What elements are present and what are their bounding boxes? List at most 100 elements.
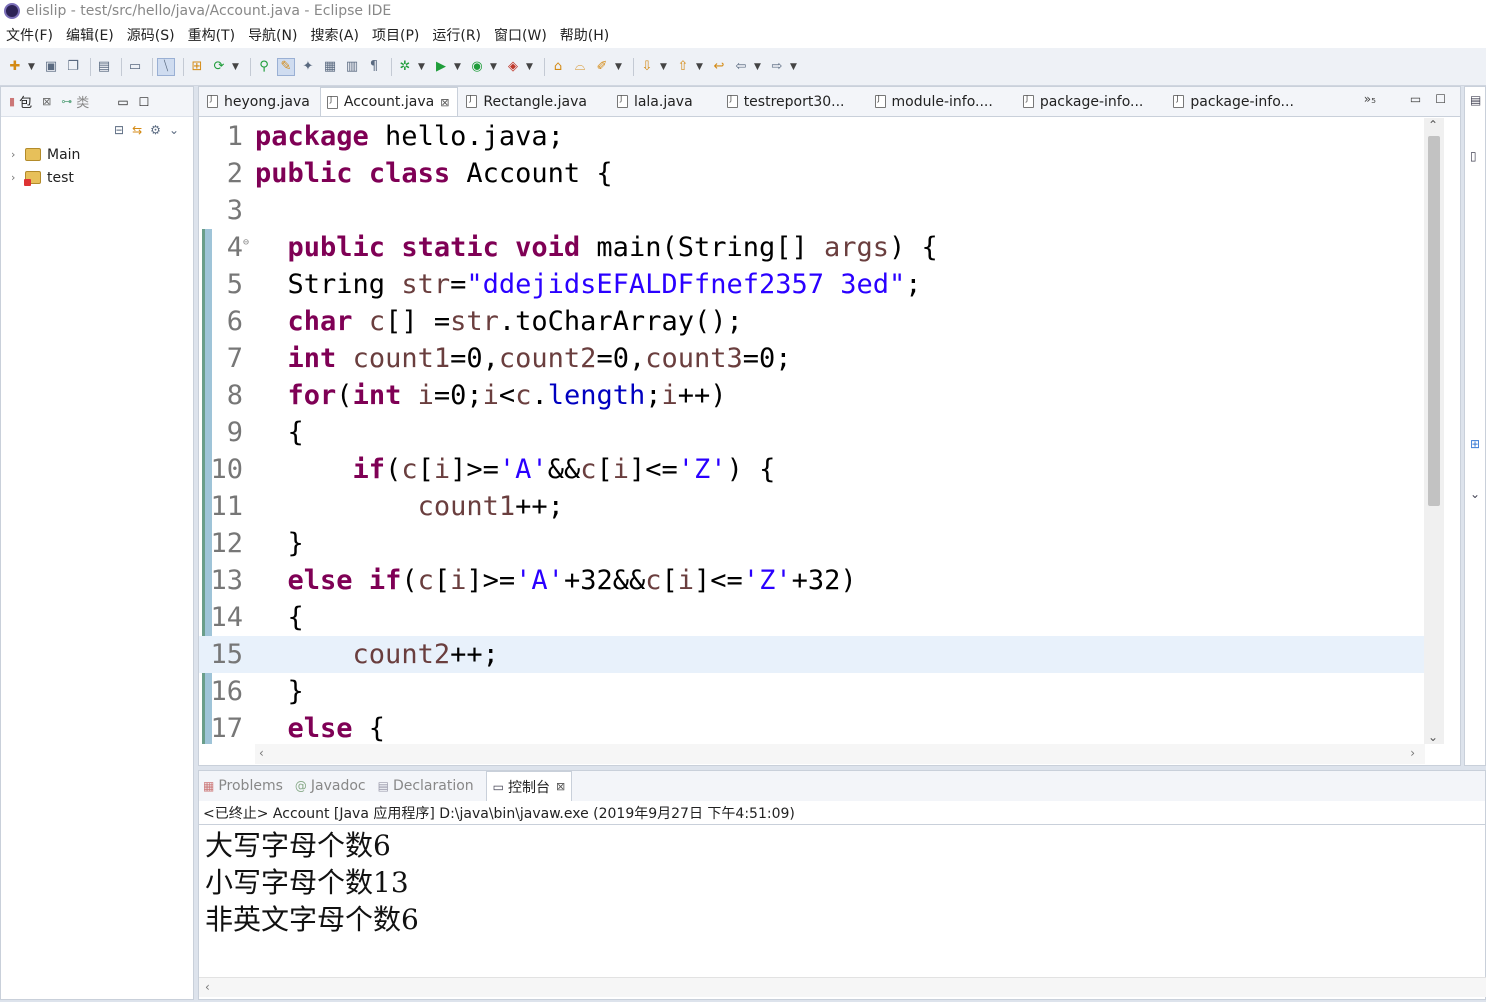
code-line[interactable]: 12 } [199, 525, 1425, 562]
filter-icon[interactable]: ⚙ [150, 123, 161, 137]
close-icon[interactable]: ⊠ [556, 780, 565, 793]
tab-declaration[interactable]: ▤ Declaration [378, 771, 474, 801]
editor-tab[interactable]: heyong.java [201, 87, 318, 116]
next-annotation-icon[interactable]: ⇩ [638, 58, 656, 76]
editor-tab[interactable]: testreport30... [721, 87, 853, 116]
coverage-icon[interactable]: ⟳ [210, 58, 228, 76]
chevron-up-icon[interactable]: ⌃ [1428, 118, 1438, 132]
restore-icon[interactable]: ⊞ [1470, 437, 1480, 451]
pin-icon[interactable]: ⚲ [255, 58, 273, 76]
tab-console[interactable]: ▭ 控制台 ⊠ [485, 771, 573, 801]
code-line[interactable]: 10 if(c[i]>= 'A' && c[i]<= 'Z') { [199, 451, 1425, 488]
code-line[interactable]: 2 public class Account { [199, 155, 1425, 192]
code-line[interactable]: 4 public static void main(String[] args)… [199, 229, 1425, 266]
terminal-icon[interactable]: ▭ [126, 58, 144, 76]
back-dropdown-icon[interactable]: ▼ [754, 62, 762, 72]
open-type-icon[interactable]: ⌂ [549, 58, 567, 76]
collapse-all-icon[interactable]: ⊟ [114, 123, 124, 137]
open-task-icon[interactable]: ✐ [593, 58, 611, 76]
tab-overflow-icon[interactable]: »₅ [1364, 92, 1376, 106]
next-annotation-dropdown-icon[interactable]: ▼ [660, 62, 668, 72]
view-menu-icon[interactable]: ⌄ [169, 123, 179, 137]
save-icon[interactable]: ▣ [42, 58, 60, 76]
menu-help[interactable]: 帮助(H) [560, 25, 609, 45]
block-icon[interactable]: ▦ [321, 58, 339, 76]
menu-source[interactable]: 源码(S) [127, 25, 175, 45]
code-text-area[interactable]: 1 package hello.java; 2 public class Accou… [199, 118, 1425, 744]
close-icon[interactable]: ⊠ [440, 96, 449, 109]
chevron-left-icon[interactable]: ‹ [205, 980, 210, 994]
binary-icon[interactable]: ▤ [95, 58, 113, 76]
link-editor-icon[interactable]: ⇆ [132, 123, 142, 137]
editor-tab[interactable]: lala.java [611, 87, 701, 116]
chevron-right-icon[interactable]: › [11, 148, 25, 161]
minimize-icon[interactable]: ▭ [117, 95, 128, 109]
editor-tab[interactable]: package-info... [1167, 87, 1302, 116]
tab-javadoc[interactable]: @ Javadoc [295, 771, 366, 801]
editor-tab-active[interactable]: Account.java⊠ [319, 87, 459, 116]
debug-icon[interactable]: ✲ [396, 58, 414, 76]
editor-tab[interactable]: package-info... [1017, 87, 1152, 116]
code-line[interactable]: 9 { [199, 414, 1425, 451]
scrollbar-thumb[interactable] [1428, 136, 1440, 506]
editor-horizontal-scrollbar[interactable]: ‹ › [255, 744, 1425, 764]
chevron-left-icon[interactable]: ‹ [259, 746, 264, 760]
code-line[interactable]: 13 else if(c[i]>= 'A' +32&& c[i]<= 'Z' +32) [199, 562, 1425, 599]
code-line[interactable]: 3 [199, 192, 1425, 229]
package-icon[interactable]: ⊞ [188, 58, 206, 76]
task-dropdown-icon[interactable]: ▼ [615, 62, 623, 72]
toggle-icon[interactable]: ▥ [343, 58, 361, 76]
editor-vertical-scrollbar[interactable]: ⌃ ⌄ [1424, 118, 1444, 744]
menu-edit[interactable]: 编辑(E) [66, 25, 114, 45]
external-tools-dropdown-icon[interactable]: ▼ [526, 62, 534, 72]
menu-project[interactable]: 项目(P) [372, 25, 419, 45]
coverage-dropdown-icon[interactable]: ▼ [232, 62, 240, 72]
tree-item-main[interactable]: › Main [1, 143, 193, 166]
run-icon[interactable]: ▶ [432, 58, 450, 76]
menu-navigate[interactable]: 导航(N) [248, 25, 297, 45]
back-icon[interactable]: ⇦ [732, 58, 750, 76]
chevron-right-icon[interactable]: › [1410, 746, 1415, 760]
new-dropdown-icon[interactable]: ▼ [28, 62, 36, 72]
menu-refactor[interactable]: 重构(T) [188, 25, 235, 45]
code-line[interactable]: 1 package hello.java; [199, 118, 1425, 155]
save-all-icon[interactable]: ❐ [64, 58, 82, 76]
editor-tab[interactable]: module-info.... [869, 87, 1001, 116]
menu-window[interactable]: 窗口(W) [494, 25, 547, 45]
forward-dropdown-icon[interactable]: ▼ [790, 62, 798, 72]
code-line[interactable]: 6 char c[] = str .toCharArray(); [199, 303, 1425, 340]
tab-problems[interactable]: ▦ Problems [203, 771, 283, 801]
maximize-icon[interactable]: ☐ [139, 95, 150, 109]
chevron-down-icon[interactable]: ⌄ [1428, 730, 1438, 744]
chevron-down-icon[interactable]: ⌄ [1470, 487, 1480, 501]
external-tools-icon[interactable]: ◈ [504, 58, 522, 76]
run-coverage-dropdown-icon[interactable]: ▼ [490, 62, 498, 72]
menu-file[interactable]: 文件(F) [6, 25, 53, 45]
menu-search[interactable]: 搜索(A) [310, 25, 359, 45]
skip-breakpoints-icon[interactable]: ⧹ [157, 57, 175, 76]
run-dropdown-icon[interactable]: ▼ [454, 62, 462, 72]
mark-icon[interactable]: ✦ [299, 58, 317, 76]
code-line[interactable]: 16 } [199, 673, 1425, 710]
new-icon[interactable]: ✚ [6, 58, 24, 76]
run-coverage-icon[interactable]: ◉ [468, 58, 486, 76]
menu-run[interactable]: 运行(R) [432, 25, 481, 45]
tab-package[interactable]: 包 [19, 92, 32, 111]
editor-tab[interactable]: Rectangle.java [460, 87, 595, 116]
code-line-current[interactable]: 15 count2 ++; [199, 636, 1425, 673]
close-tab-icon[interactable]: ⊠ [42, 95, 51, 108]
console-horizontal-scrollbar[interactable]: ‹ [199, 977, 1486, 997]
outline-icon[interactable]: ▤ [1470, 93, 1481, 107]
last-edit-icon[interactable]: ↩ [710, 58, 728, 76]
code-line[interactable]: 17 else { [199, 710, 1425, 744]
maximize-icon[interactable]: ☐ [1435, 92, 1446, 106]
code-line[interactable]: 7 int count1 =0, count2 =0, count3 =0; [199, 340, 1425, 377]
code-line[interactable]: 8 for(int i =0; i < c. length; i ++) [199, 377, 1425, 414]
forward-icon[interactable]: ⇨ [768, 58, 786, 76]
debug-dropdown-icon[interactable]: ▼ [418, 62, 426, 72]
chevron-right-icon[interactable]: › [11, 171, 25, 184]
show-whitespace-icon[interactable]: ¶ [365, 58, 383, 76]
tab-class[interactable]: 类 [76, 92, 89, 111]
tree-item-test[interactable]: › test [1, 166, 193, 189]
task-list-icon[interactable]: ▯ [1470, 149, 1477, 163]
